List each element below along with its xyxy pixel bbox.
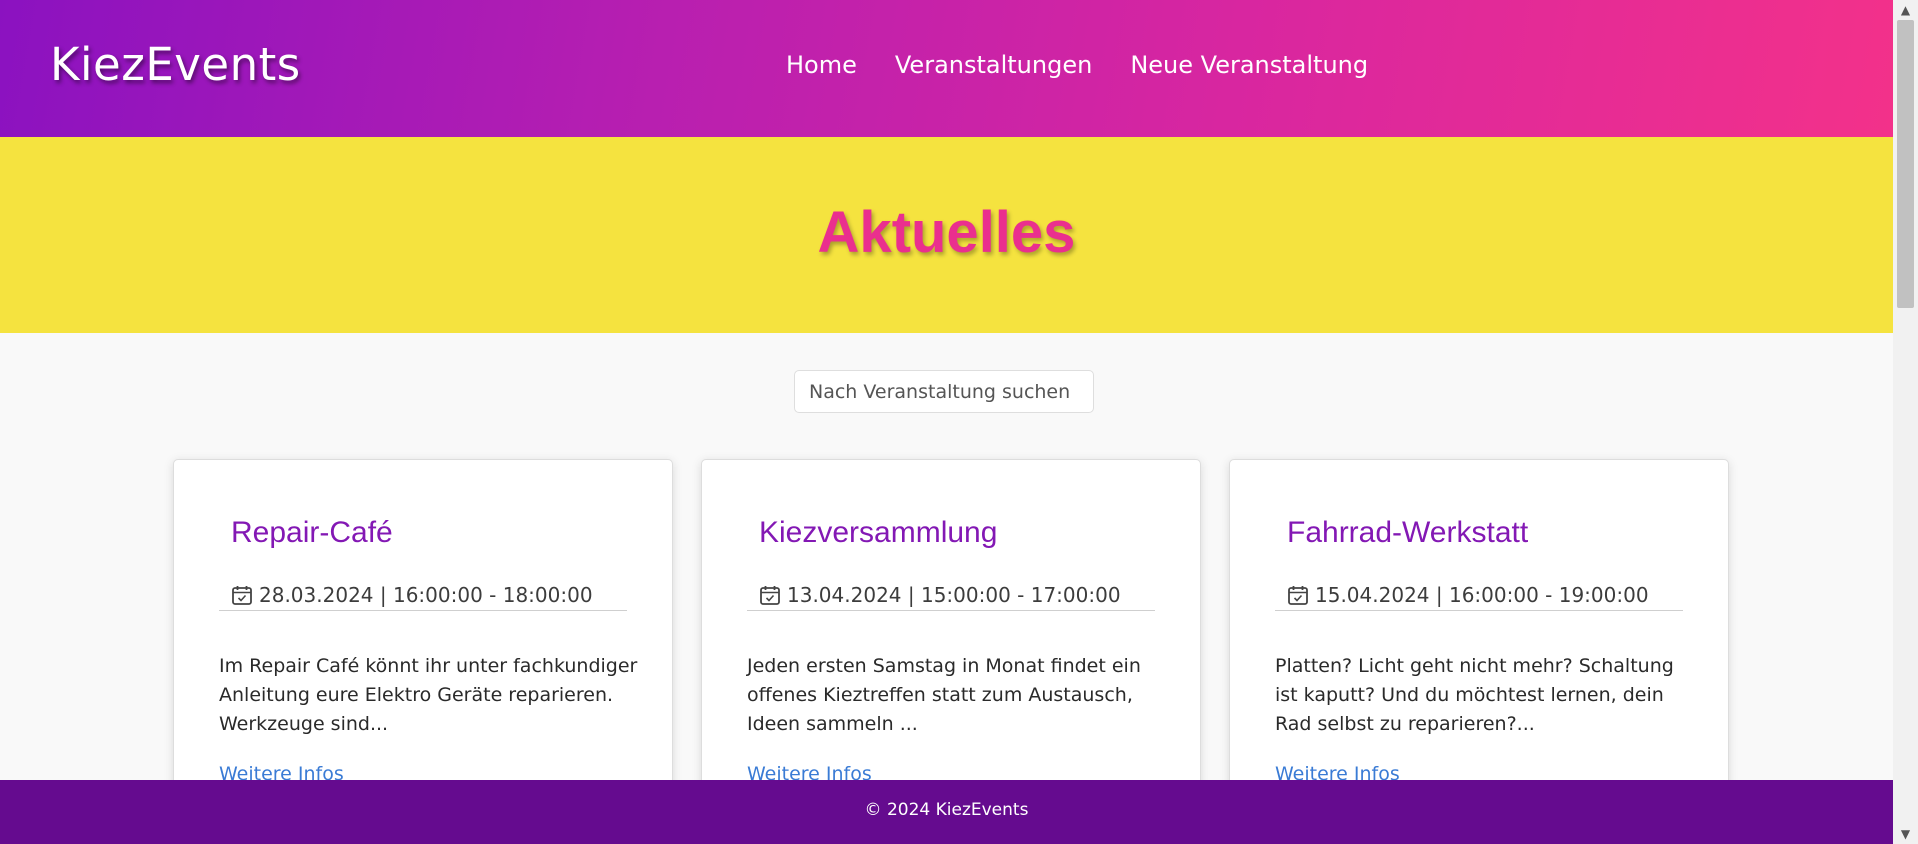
main-nav: Home Veranstaltungen Neue Veranstaltung [786,51,1368,79]
scrollbar-thumb[interactable] [1897,20,1914,308]
nav-link-new-event[interactable]: Neue Veranstaltung [1130,51,1368,79]
scroll-down-arrow-icon[interactable]: ▼ [1893,824,1918,844]
site-logo[interactable]: KiezEvents [50,38,301,91]
calendar-icon [232,586,252,605]
site-header: KiezEvents Home Veranstaltungen Neue Ver… [0,0,1893,137]
hero-banner: Aktuelles [0,137,1893,333]
nav-link-home[interactable]: Home [786,51,857,79]
event-datetime: 28.03.2024 | 16:00:00 - 18:00:00 [259,583,593,607]
event-description: Jeden ersten Samstag in Monat findet ein… [747,655,1141,735]
event-date-row: 13.04.2024 | 15:00:00 - 17:00:00 [747,580,1155,611]
scroll-up-arrow-icon[interactable]: ▲ [1893,0,1918,20]
event-title: Fahrrad-Werkstatt [1287,516,1529,549]
event-datetime: 13.04.2024 | 15:00:00 - 17:00:00 [787,583,1121,607]
event-date-row: 28.03.2024 | 16:00:00 - 18:00:00 [219,580,627,611]
event-datetime: 15.04.2024 | 16:00:00 - 19:00:00 [1315,583,1649,607]
search-input[interactable] [794,370,1094,413]
vertical-scrollbar[interactable]: ▲ ▼ [1893,0,1918,844]
event-title: Repair-Café [231,516,393,549]
site-footer: © 2024 KiezEvents [0,780,1893,844]
event-description: Im Repair Café könnt ihr unter fachkundi… [219,655,638,735]
event-title: Kiezversammlung [759,516,998,549]
copyright-text: © 2024 KiezEvents [864,800,1029,820]
page: KiezEvents Home Veranstaltungen Neue Ver… [0,0,1893,844]
calendar-icon [1288,586,1308,605]
page-title: Aktuelles [817,200,1076,265]
event-date-row: 15.04.2024 | 16:00:00 - 19:00:00 [1275,580,1683,611]
calendar-icon [760,586,780,605]
nav-link-events[interactable]: Veranstaltungen [895,51,1092,79]
event-description: Platten? Licht geht nicht mehr? Schaltun… [1275,655,1674,735]
